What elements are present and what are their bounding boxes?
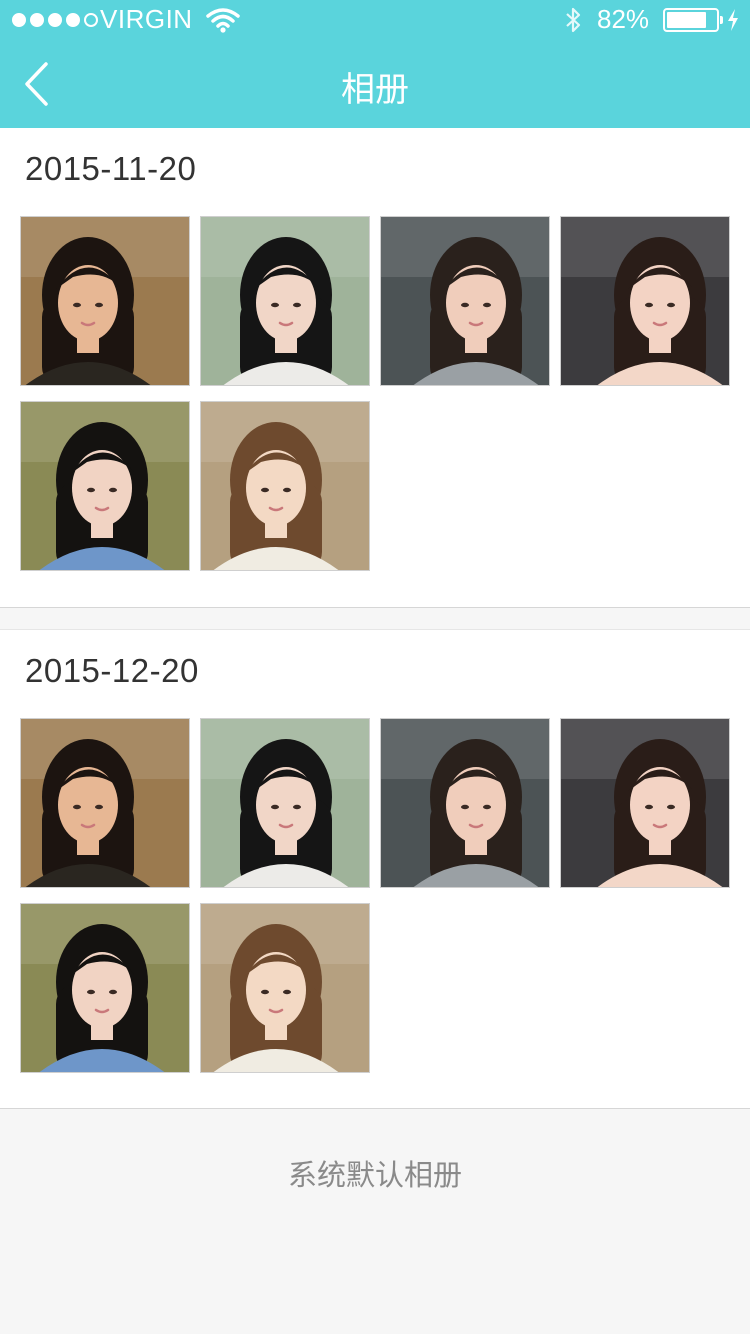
- signal-dot: [48, 13, 62, 27]
- photo-flower-portrait[interactable]: [200, 903, 370, 1073]
- photo-field-portrait[interactable]: [20, 903, 190, 1073]
- photo-field-portrait[interactable]: [20, 401, 190, 571]
- signal-dot: [12, 13, 26, 27]
- charging-bolt-icon: [728, 9, 738, 31]
- photo-balcony-portrait[interactable]: [560, 216, 730, 386]
- signal-dot: [30, 13, 44, 27]
- portrait-image: [21, 904, 189, 1072]
- photo-garden-portrait[interactable]: [200, 718, 370, 888]
- portrait-image: [561, 217, 729, 385]
- album-section: 2015-12-20: [0, 629, 750, 1109]
- portrait-image: [21, 402, 189, 570]
- photo-bob-hair-portrait[interactable]: [380, 718, 550, 888]
- signal-dot: [84, 13, 98, 27]
- battery-percentage: 82%: [597, 4, 650, 34]
- wifi-icon: [206, 8, 240, 33]
- portrait-image: [21, 217, 189, 385]
- photo-balcony-portrait[interactable]: [560, 718, 730, 888]
- status-bar: VIRGIN 82%: [0, 0, 750, 40]
- signal-strength-icon: [12, 13, 98, 27]
- photo-grid: [20, 718, 730, 1073]
- photo-grid: [20, 216, 730, 571]
- album-date: 2015-11-20: [25, 150, 197, 187]
- battery-icon: [663, 8, 723, 32]
- portrait-image: [381, 719, 549, 887]
- photo-flower-portrait[interactable]: [200, 401, 370, 571]
- portrait-image: [201, 719, 369, 887]
- portrait-image: [21, 719, 189, 887]
- portrait-image: [201, 217, 369, 385]
- navigation-bar: 相册: [0, 40, 750, 128]
- portrait-image: [561, 719, 729, 887]
- bluetooth-icon: [566, 7, 581, 33]
- signal-dot: [66, 13, 80, 27]
- portrait-image: [201, 402, 369, 570]
- app-header: VIRGIN 82% 相册: [0, 0, 750, 128]
- photo-bob-hair-portrait[interactable]: [380, 216, 550, 386]
- portrait-image: [381, 217, 549, 385]
- album-date: 2015-12-20: [25, 652, 199, 689]
- page-title: 相册: [341, 70, 409, 110]
- photo-sunlit-portrait[interactable]: [20, 216, 190, 386]
- portrait-image: [201, 904, 369, 1072]
- photo-sunlit-portrait[interactable]: [20, 718, 190, 888]
- photo-garden-portrait[interactable]: [200, 216, 370, 386]
- carrier-name: VIRGIN: [100, 4, 193, 34]
- default-album-link[interactable]: 系统默认相册: [0, 1140, 750, 1210]
- album-section: 2015-11-20: [0, 128, 750, 608]
